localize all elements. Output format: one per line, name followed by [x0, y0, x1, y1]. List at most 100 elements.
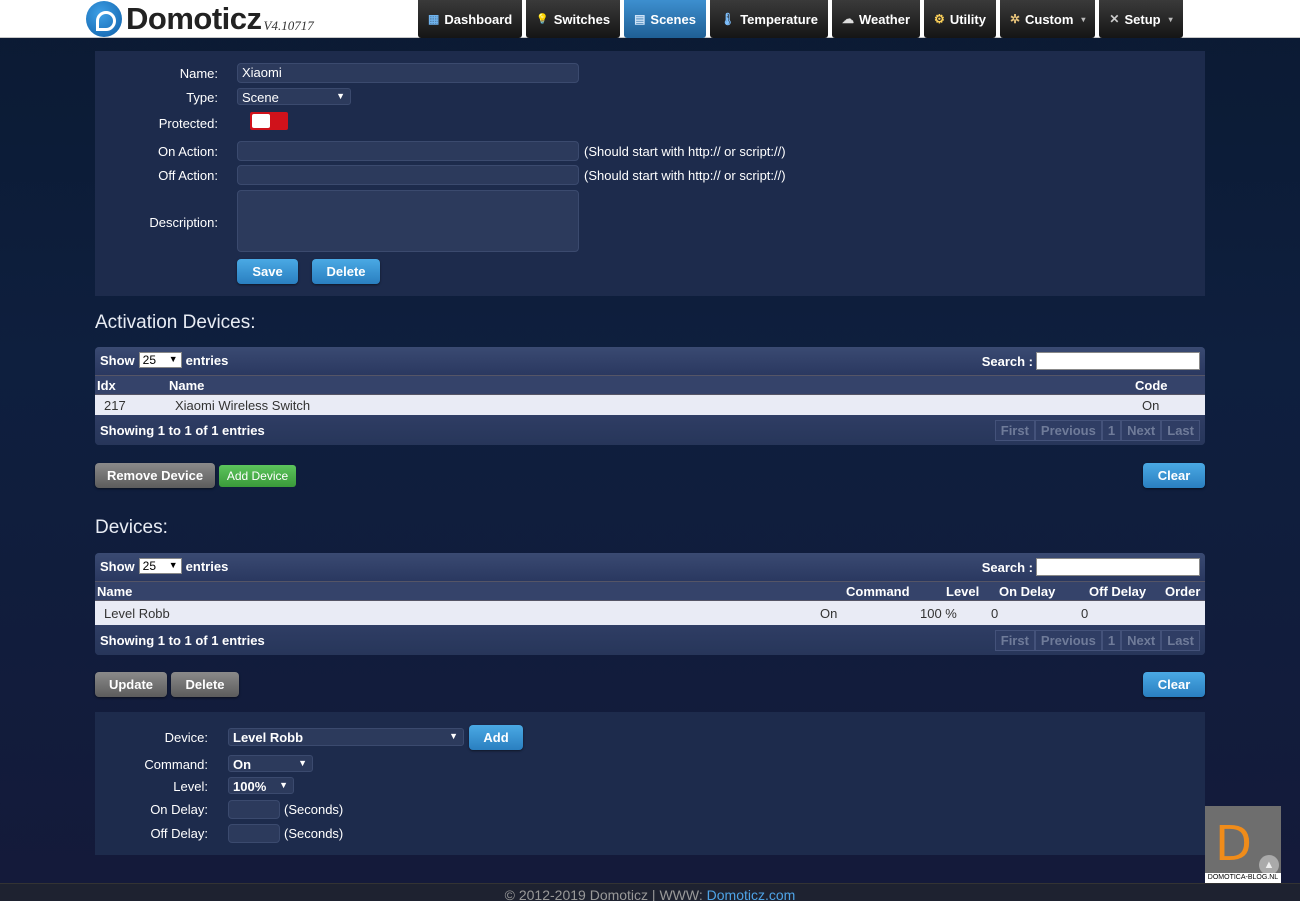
scene-icon: ▤ — [634, 12, 646, 26]
on-action-field[interactable] — [237, 141, 579, 161]
app-logo[interactable]: Domoticz V4.10717 — [86, 1, 314, 37]
command-select[interactable]: On ▼ — [228, 755, 313, 772]
domoticz-link[interactable]: Domoticz.com — [707, 887, 796, 901]
page-first-button[interactable]: First — [994, 420, 1035, 441]
tab-utility[interactable]: ⚙ Utility — [924, 0, 996, 38]
column-header[interactable]: Name — [169, 378, 204, 393]
page-last-button[interactable]: Last — [1161, 420, 1200, 441]
off-action-field[interactable] — [237, 165, 579, 185]
name-field[interactable]: Xiaomi — [237, 63, 579, 83]
column-header[interactable]: Level — [946, 584, 979, 599]
entries-select[interactable]: 25 ▼ — [138, 352, 182, 368]
table-row[interactable]: 217 Xiaomi Wireless Switch On — [95, 395, 1205, 415]
toggle-knob — [252, 114, 270, 128]
update-button[interactable]: Update — [95, 672, 167, 697]
device-select[interactable]: Level Robb ▼ — [228, 728, 464, 746]
off-action-hint: (Should start with http:// or script://) — [584, 168, 786, 183]
chevron-down-icon: ▼ — [279, 780, 288, 790]
table-info: Showing 1 to 1 of 1 entries — [100, 633, 265, 648]
chevron-down-icon: ▾ — [1168, 14, 1173, 24]
domoticz-logo-icon — [86, 1, 122, 37]
off-delay-unit: (Seconds) — [284, 826, 344, 841]
type-select[interactable]: Scene ▼ — [237, 88, 351, 105]
chevron-down-icon: ▼ — [168, 354, 178, 364]
activation-devices-table: Show 25 ▼ entries Search : Idx Name Code … — [95, 347, 1205, 445]
page-number-button[interactable]: 1 — [1101, 420, 1122, 441]
watermark-logo: D — [1215, 816, 1252, 872]
tab-scenes[interactable]: ▤ Scenes — [624, 0, 706, 38]
page-number-button[interactable]: 1 — [1101, 630, 1122, 651]
activation-devices-title: Activation Devices: — [95, 312, 256, 333]
column-header[interactable]: Idx — [97, 378, 116, 393]
column-header[interactable]: Order — [1165, 584, 1200, 599]
protected-toggle[interactable] — [250, 112, 288, 130]
table-header: Idx Name Code — [95, 375, 1205, 395]
page-first-button[interactable]: First — [994, 630, 1035, 651]
page-next-button[interactable]: Next — [1121, 420, 1162, 441]
column-header[interactable]: Command — [846, 584, 910, 599]
command-label: Command: — [144, 757, 208, 772]
level-label: Level: — [173, 779, 208, 794]
column-header[interactable]: On Delay — [999, 584, 1055, 599]
top-bar: Domoticz V4.10717 ▦ Dashboard 💡 Switches ▤… — [0, 0, 1300, 38]
pagination: First Previous 1 Next Last — [994, 420, 1200, 441]
watermark-text: DOMOTICA-BLOG.NL — [1205, 873, 1281, 883]
scroll-top-icon[interactable]: ▲ — [1259, 855, 1279, 875]
tab-custom[interactable]: ✲ Custom ▾ — [999, 0, 1096, 38]
type-label: Type: — [186, 90, 218, 105]
watermark: D ▲ DOMOTICA-BLOG.NL — [1205, 806, 1281, 883]
devices-table: Show 25 ▼ entries Search : Name Command L… — [95, 553, 1205, 655]
tab-temperature[interactable]: 🌡 Temperature — [709, 0, 828, 38]
table-header: Name Command Level On Delay Off Delay Or… — [95, 581, 1205, 601]
tab-switches[interactable]: 💡 Switches — [526, 0, 621, 38]
on-action-hint: (Should start with http:// or script://) — [584, 144, 786, 159]
chevron-down-icon: ▼ — [336, 91, 345, 101]
off-action-label: Off Action: — [158, 168, 218, 183]
remove-device-button[interactable]: Remove Device — [95, 463, 215, 488]
delete-device-button[interactable]: Delete — [171, 672, 239, 697]
tab-setup[interactable]: ✕ Setup ▾ — [1099, 0, 1183, 38]
footer: © 2012-2019 Domoticz | WWW: Domoticz.com — [0, 883, 1300, 901]
search-input[interactable] — [1036, 352, 1200, 370]
column-header[interactable]: Name — [97, 584, 132, 599]
page-previous-button[interactable]: Previous — [1034, 420, 1102, 441]
pagination: First Previous 1 Next Last — [994, 630, 1200, 651]
dashboard-icon: ▦ — [428, 12, 440, 26]
utility-icon: ⚙ — [934, 12, 945, 26]
page-last-button[interactable]: Last — [1161, 630, 1200, 651]
page-previous-button[interactable]: Previous — [1034, 630, 1102, 651]
column-header[interactable]: Code — [1135, 378, 1168, 393]
entries-select[interactable]: 25 ▼ — [138, 558, 182, 574]
on-delay-unit: (Seconds) — [284, 802, 344, 817]
activation-clear-button[interactable]: Clear — [1143, 463, 1205, 488]
save-button[interactable]: Save — [237, 259, 298, 284]
on-delay-label: On Delay: — [150, 802, 208, 817]
off-delay-field[interactable] — [228, 824, 280, 843]
tab-weather[interactable]: ☁ Weather — [831, 0, 921, 38]
devices-title: Devices: — [95, 517, 168, 538]
column-header[interactable]: Off Delay — [1089, 584, 1146, 599]
chevron-down-icon: ▼ — [449, 731, 458, 741]
delete-scene-button[interactable]: Delete — [312, 259, 380, 284]
thermometer-icon: 🌡 — [719, 12, 736, 26]
add-button[interactable]: Add — [469, 725, 523, 750]
devices-clear-button[interactable]: Clear — [1143, 672, 1205, 697]
on-delay-field[interactable] — [228, 800, 280, 819]
table-info: Showing 1 to 1 of 1 entries — [100, 423, 265, 438]
chevron-down-icon: ▾ — [1081, 14, 1086, 24]
cloud-icon: ☁ — [841, 12, 854, 26]
on-action-label: On Action: — [158, 144, 218, 159]
chevron-down-icon: ▼ — [168, 560, 178, 570]
add-device-button[interactable]: Add Device — [219, 465, 296, 487]
search-input[interactable] — [1036, 558, 1200, 576]
page-next-button[interactable]: Next — [1121, 630, 1162, 651]
table-row[interactable]: Level Robb On 100 % 0 0 — [95, 601, 1205, 625]
copyright-text: © 2012-2019 Domoticz | WWW: — [504, 887, 707, 901]
description-textarea[interactable] — [237, 190, 579, 252]
tab-dashboard[interactable]: ▦ Dashboard — [418, 0, 523, 38]
description-label: Description: — [149, 215, 218, 230]
level-select[interactable]: 100% ▼ — [228, 777, 294, 794]
gear-icon: ✲ — [1009, 12, 1020, 26]
tools-icon: ✕ — [1109, 12, 1120, 26]
device-label: Device: — [164, 730, 208, 745]
